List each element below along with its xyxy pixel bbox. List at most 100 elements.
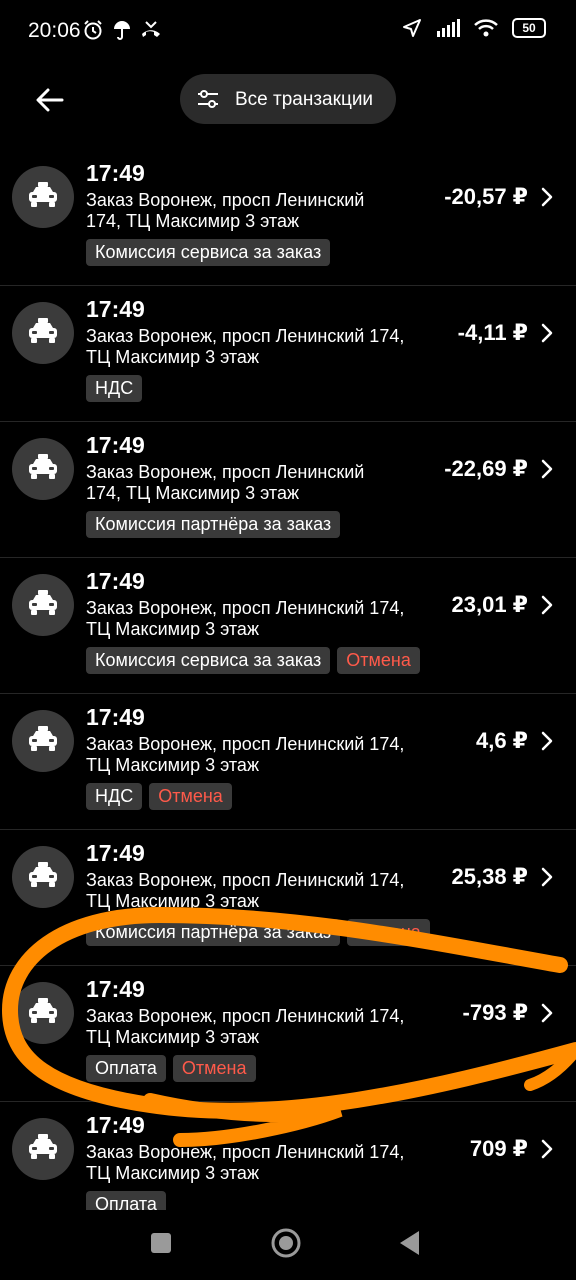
cancel-badge: Отмена bbox=[347, 919, 430, 946]
chevron-right-icon bbox=[540, 186, 554, 213]
taxi-car-icon bbox=[27, 589, 59, 621]
taxi-car-icon bbox=[27, 453, 59, 485]
filter-sliders-icon bbox=[198, 90, 218, 108]
transactions-list[interactable]: 17:49 Заказ Воронеж, просп Ленинский 174, … bbox=[0, 150, 576, 1210]
transaction-row[interactable]: 17:49 Заказ Воронеж, просп Ленинский 174,… bbox=[0, 694, 576, 830]
transaction-time: 17:49 bbox=[86, 704, 145, 730]
chevron-right-icon bbox=[540, 458, 554, 485]
status-time: 20:06 bbox=[28, 19, 81, 42]
description-line-2: ТЦ Максимир 3 этаж bbox=[86, 1027, 259, 1047]
filter-all-transactions-button[interactable]: Все транзакции bbox=[180, 74, 396, 124]
transaction-description: Заказ Воронеж, просп Ленинский 174, ТЦ Ма… bbox=[86, 462, 364, 504]
description-line-2: ТЦ Максимир 3 этаж bbox=[86, 619, 259, 639]
taxi-car-icon bbox=[27, 861, 59, 893]
description-line-1: Заказ Воронеж, просп Ленинский 174, bbox=[86, 734, 405, 754]
transaction-tags: НДС bbox=[86, 375, 143, 402]
status-bar: 20:06 50 bbox=[0, 0, 576, 62]
description-line-1: Заказ Воронеж, просп Ленинский 174, bbox=[86, 1006, 405, 1026]
transaction-tags: Оплата bbox=[86, 1191, 166, 1210]
recents-square-icon[interactable] bbox=[150, 1232, 172, 1254]
transaction-time: 17:49 bbox=[86, 432, 145, 458]
transaction-time: 17:49 bbox=[86, 296, 145, 322]
transaction-tags: НДС Отмена bbox=[86, 783, 232, 810]
taxi-car-icon bbox=[27, 725, 59, 757]
transaction-description: Заказ Воронеж, просп Ленинский 174, ТЦ Ма… bbox=[86, 190, 364, 232]
transaction-amount: -4,11 ₽ bbox=[457, 320, 528, 345]
transaction-tags: Комиссия партнёра за заказ bbox=[86, 511, 341, 538]
chevron-right-icon bbox=[540, 322, 554, 349]
transaction-tags: Комиссия сервиса за заказ bbox=[86, 239, 331, 266]
missed-call-icon bbox=[142, 21, 160, 37]
type-badge: Комиссия партнёра за заказ bbox=[86, 919, 341, 946]
transaction-amount: 23,01 ₽ bbox=[451, 592, 528, 617]
description-line-2: 174, ТЦ Максимир 3 этаж bbox=[86, 483, 300, 503]
taxi-car-icon bbox=[27, 1133, 59, 1165]
arrow-left-icon bbox=[36, 88, 64, 112]
transaction-description: Заказ Воронеж, просп Ленинский 174, ТЦ Ма… bbox=[86, 598, 404, 640]
transaction-time: 17:49 bbox=[86, 568, 145, 594]
taxi-avatar bbox=[12, 302, 74, 364]
type-badge: Комиссия сервиса за заказ bbox=[86, 647, 331, 674]
type-badge: НДС bbox=[86, 375, 143, 402]
back-triangle-icon[interactable] bbox=[398, 1230, 420, 1256]
description-line-2: 174, ТЦ Максимир 3 этаж bbox=[86, 211, 300, 231]
transaction-tags: Оплата Отмена bbox=[86, 1055, 256, 1082]
transaction-time: 17:49 bbox=[86, 1112, 145, 1138]
description-line-1: Заказ Воронеж, просп Ленинский 174, bbox=[86, 598, 405, 618]
transaction-description: Заказ Воронеж, просп Ленинский 174, ТЦ Ма… bbox=[86, 326, 404, 368]
description-line-1: Заказ Воронеж, просп Ленинский bbox=[86, 462, 365, 482]
chevron-right-icon bbox=[540, 1138, 554, 1165]
description-line-1: Заказ Воронеж, просп Ленинский 174, bbox=[86, 326, 405, 346]
description-line-2: ТЦ Максимир 3 этаж bbox=[86, 891, 259, 911]
transaction-amount: 709 ₽ bbox=[469, 1136, 528, 1161]
taxi-car-icon bbox=[27, 181, 59, 213]
wifi-icon bbox=[474, 19, 498, 37]
taxi-avatar bbox=[12, 846, 74, 908]
transaction-row[interactable]: 17:49 Заказ Воронеж, просп Ленинский 174,… bbox=[0, 1102, 576, 1210]
system-nav-bar bbox=[0, 1210, 576, 1280]
transaction-amount: -793 ₽ bbox=[462, 1000, 528, 1025]
transaction-row[interactable]: 17:49 Заказ Воронеж, просп Ленинский 174,… bbox=[0, 830, 576, 966]
transaction-time: 17:49 bbox=[86, 976, 145, 1002]
transaction-description: Заказ Воронеж, просп Ленинский 174, ТЦ Ма… bbox=[86, 734, 404, 776]
type-badge: Оплата bbox=[86, 1055, 166, 1082]
type-badge: Комиссия сервиса за заказ bbox=[86, 239, 331, 266]
transaction-amount: -20,57 ₽ bbox=[444, 184, 528, 209]
transaction-description: Заказ Воронеж, просп Ленинский 174, ТЦ Ма… bbox=[86, 870, 404, 912]
cancel-badge: Отмена bbox=[337, 647, 420, 674]
filter-label: Все транзакции bbox=[235, 89, 374, 110]
type-badge: Комиссия партнёра за заказ bbox=[86, 511, 341, 538]
taxi-avatar bbox=[12, 574, 74, 636]
cancel-badge: Отмена bbox=[149, 783, 232, 810]
transaction-tags: Комиссия партнёра за заказ Отмена bbox=[86, 919, 430, 946]
battery-icon: 50 bbox=[512, 18, 546, 38]
transaction-tags: Комиссия сервиса за заказ Отмена bbox=[86, 647, 420, 674]
description-line-1: Заказ Воронеж, просп Ленинский bbox=[86, 190, 365, 210]
type-badge: НДС bbox=[86, 783, 143, 810]
taxi-avatar bbox=[12, 710, 74, 772]
signal-icon bbox=[437, 19, 460, 37]
description-line-1: Заказ Воронеж, просп Ленинский 174, bbox=[86, 1142, 405, 1162]
alarm-icon bbox=[84, 20, 102, 40]
description-line-2: ТЦ Максимир 3 этаж bbox=[86, 1163, 259, 1183]
taxi-car-icon bbox=[27, 317, 59, 349]
transaction-amount: -22,69 ₽ bbox=[444, 456, 528, 481]
back-button[interactable] bbox=[30, 80, 70, 120]
transaction-row[interactable]: 17:49 Заказ Воронеж, просп Ленинский 174, … bbox=[0, 150, 576, 286]
transaction-row[interactable]: 17:49 Заказ Воронеж, просп Ленинский 174,… bbox=[0, 966, 576, 1102]
transaction-row[interactable]: 17:49 Заказ Воронеж, просп Ленинский 174,… bbox=[0, 286, 576, 422]
home-circle-icon[interactable] bbox=[270, 1227, 302, 1259]
chevron-right-icon bbox=[540, 866, 554, 893]
transaction-amount: 4,6 ₽ bbox=[475, 728, 528, 753]
transaction-row[interactable]: 17:49 Заказ Воронеж, просп Ленинский 174, … bbox=[0, 422, 576, 558]
taxi-avatar bbox=[12, 982, 74, 1044]
transaction-description: Заказ Воронеж, просп Ленинский 174, ТЦ Ма… bbox=[86, 1006, 404, 1048]
transaction-row[interactable]: 17:49 Заказ Воронеж, просп Ленинский 174,… bbox=[0, 558, 576, 694]
location-icon bbox=[403, 19, 421, 37]
taxi-avatar bbox=[12, 1118, 74, 1180]
chevron-right-icon bbox=[540, 594, 554, 621]
header: Все транзакции bbox=[0, 62, 576, 148]
taxi-car-icon bbox=[27, 997, 59, 1029]
transaction-time: 17:49 bbox=[86, 160, 145, 186]
transaction-description: Заказ Воронеж, просп Ленинский 174, ТЦ Ма… bbox=[86, 1142, 404, 1184]
